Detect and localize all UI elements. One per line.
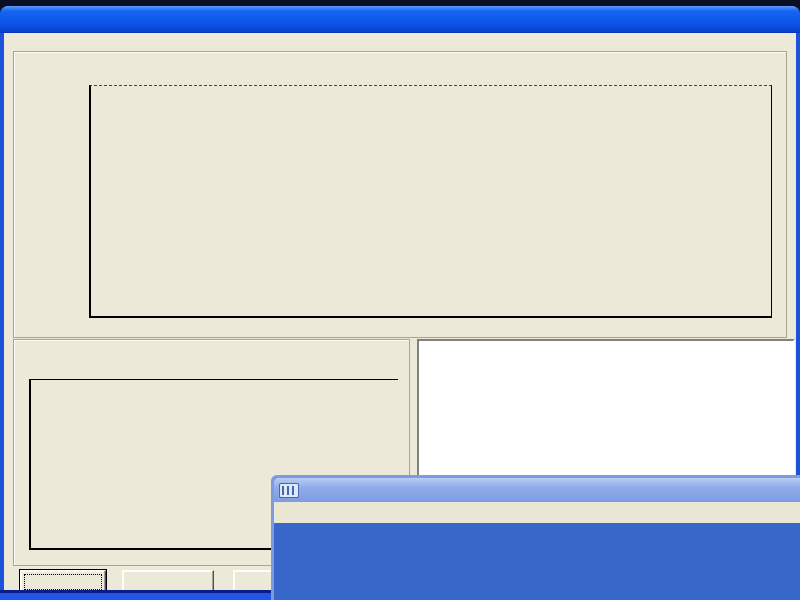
focus-rectangle [24, 574, 102, 590]
osk-key-area [274, 523, 800, 600]
hdtach-title-bar[interactable] [0, 6, 800, 33]
desktop [0, 0, 800, 600]
sequential-read-plot [89, 85, 772, 318]
osk-menu-bar [274, 502, 800, 523]
info-gap [425, 344, 787, 358]
osk-title-bar[interactable] [274, 478, 800, 502]
sequential-read-panel [13, 51, 787, 338]
on-screen-keyboard-window [271, 475, 800, 600]
keyboard-icon [279, 483, 299, 498]
